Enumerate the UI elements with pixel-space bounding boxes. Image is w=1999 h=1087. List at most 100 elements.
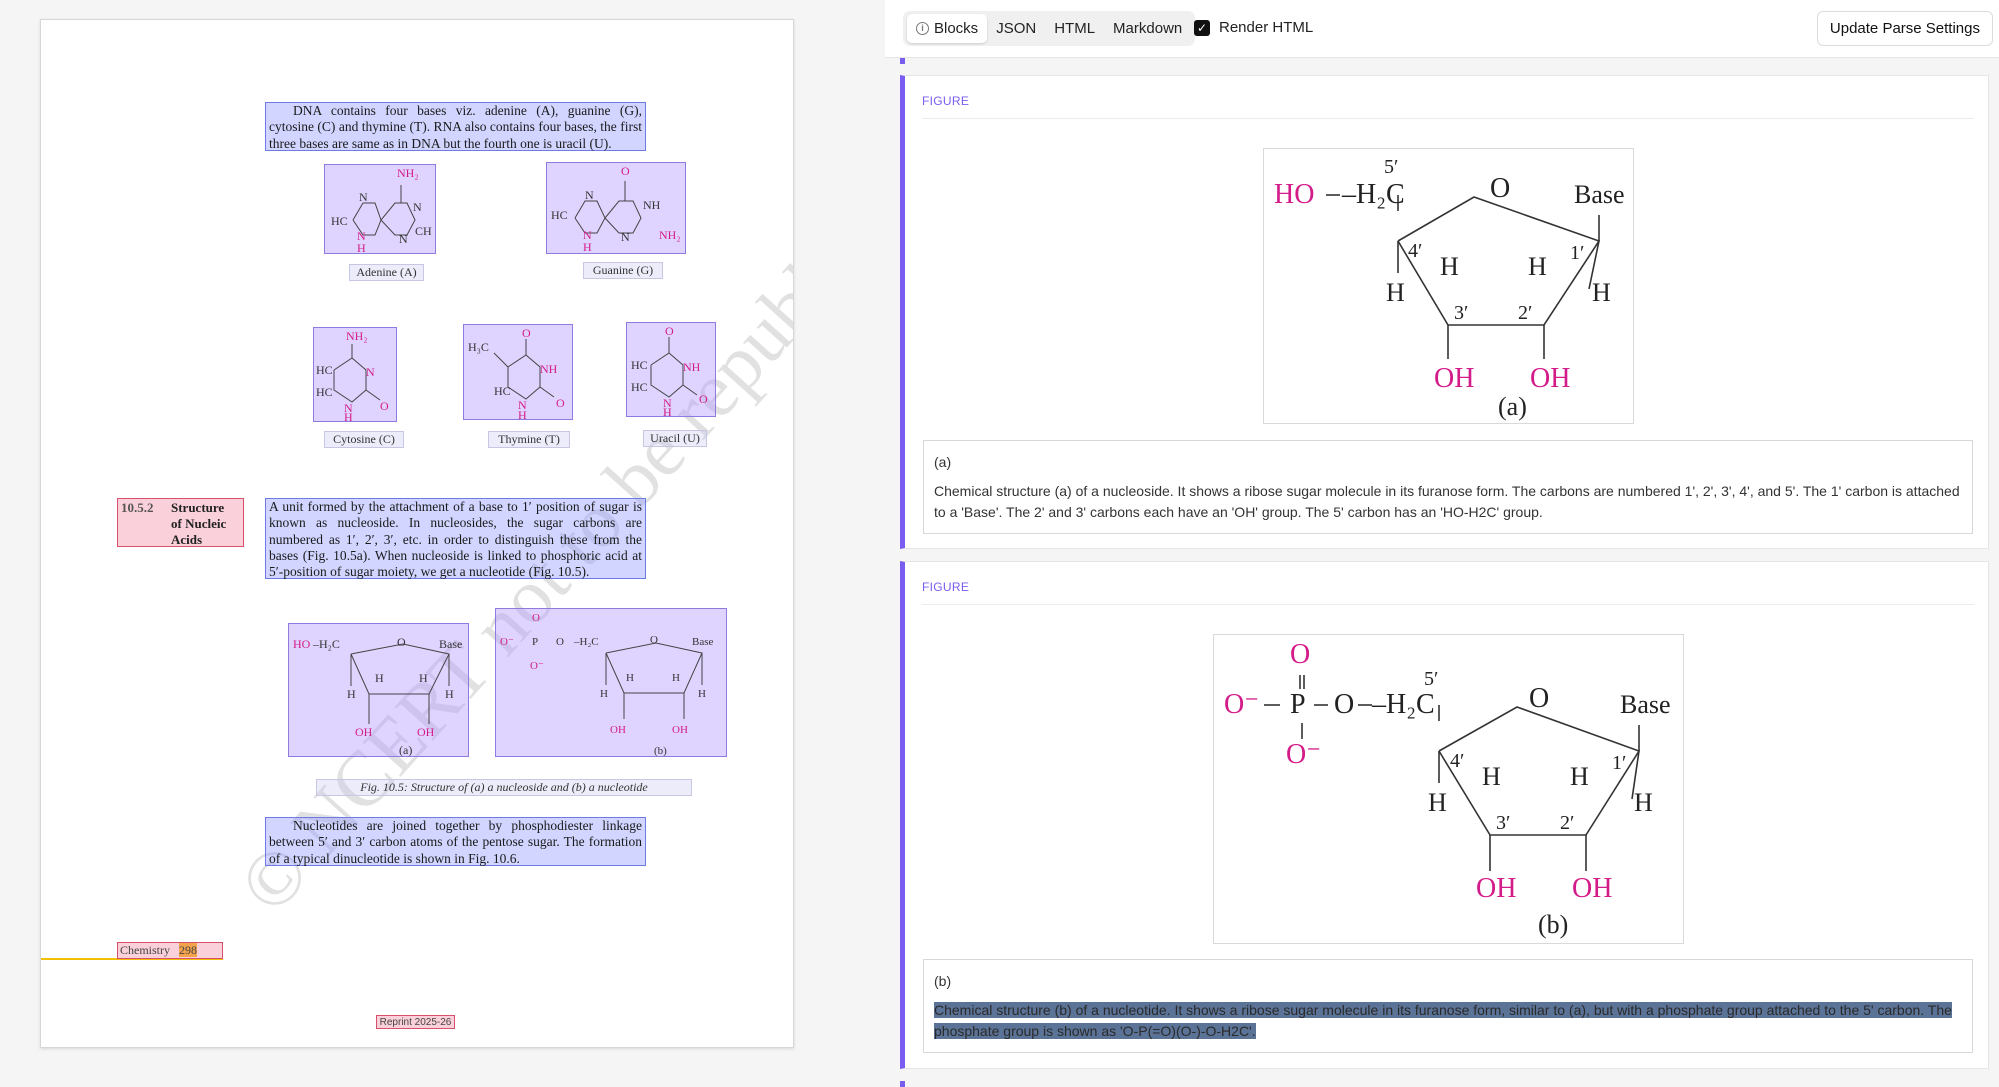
svg-text:(b): (b)	[654, 745, 667, 757]
tab-json[interactable]: JSON	[987, 14, 1045, 43]
svg-text:1′: 1′	[1612, 752, 1626, 774]
svg-text:NH: NH	[540, 362, 558, 376]
text-block-nucleotides[interactable]: Nucleotides are joined together by phosp…	[265, 817, 646, 866]
svg-text:O: O	[1529, 683, 1549, 714]
svg-text:NH: NH	[643, 198, 661, 212]
figure-block-thymine[interactable]: O H₃C NH HC N H O	[463, 324, 573, 422]
nucleoside-thumbnail: HO –H₂C O Base H H H H OH OH (a)	[293, 635, 462, 757]
svg-text:O⁻: O⁻	[530, 660, 544, 672]
figure-image-a: 5′ HO –H₂C O Base 4′ H H 1′ H H 3′ 2′ OH…	[1263, 148, 1634, 424]
svg-text:O: O	[556, 396, 565, 410]
svg-text:O: O	[556, 636, 564, 648]
render-html-label: Render HTML	[1219, 19, 1314, 36]
previous-card-edge	[900, 58, 905, 64]
svg-text:H: H	[1528, 252, 1547, 281]
svg-text:OH: OH	[417, 725, 435, 739]
svg-text:4′: 4′	[1450, 750, 1464, 772]
figure-block-cytosine[interactable]: NH₂ HC HC N N H O	[313, 327, 397, 424]
nucleoside-paragraph: A unit formed by the attachment of a bas…	[269, 499, 642, 580]
svg-text:5′: 5′	[1384, 156, 1398, 178]
section-number: 10.5.2	[121, 500, 154, 515]
caption-thymine: Thymine (T)	[488, 431, 570, 448]
figure-block-guanine[interactable]: O N HC N H NH NH₂ N	[546, 162, 686, 254]
tab-blocks[interactable]: i Blocks	[907, 14, 988, 43]
svg-text:O: O	[621, 164, 630, 178]
render-html-toggle[interactable]: ✓ Render HTML	[1194, 19, 1313, 36]
svg-text:HC: HC	[316, 385, 333, 399]
tab-markdown[interactable]: Markdown	[1104, 14, 1191, 43]
info-icon: i	[916, 22, 929, 35]
svg-text:HC: HC	[316, 363, 333, 377]
caption-adenine: Adenine (A)	[349, 264, 424, 281]
section-title-line2: of Nucleic	[171, 516, 227, 531]
svg-text:H: H	[672, 672, 680, 684]
next-card-edge	[900, 1081, 905, 1087]
svg-text:N: N	[413, 200, 422, 214]
caption-uracil: Uracil (U)	[643, 430, 707, 447]
update-parse-settings-button[interactable]: Update Parse Settings	[1816, 11, 1993, 46]
svg-text:N: N	[621, 230, 630, 244]
card-divider	[922, 118, 1974, 119]
svg-text:H: H	[1570, 762, 1589, 791]
footer-subject: Chemistry	[120, 943, 170, 957]
svg-text:H: H	[344, 410, 353, 423]
render-html-checkbox[interactable]: ✓	[1194, 19, 1210, 36]
reprint-block[interactable]: Reprint 2025-26	[376, 1015, 455, 1029]
caption-text-b-wrapper: Chemical structure (b) of a nucleotide. …	[934, 1000, 1962, 1042]
svg-text:H: H	[626, 672, 634, 684]
svg-text:H: H	[600, 688, 608, 700]
text-block-intro[interactable]: DNA contains four bases viz. adenine (A)…	[265, 102, 646, 151]
card-type-label: FIGURE	[922, 580, 970, 594]
svg-text:H: H	[518, 408, 527, 421]
svg-text:N: N	[366, 365, 375, 379]
document-pane: © NCERT not to be republished DNA contai…	[0, 0, 885, 1087]
svg-text:Base: Base	[1620, 690, 1671, 719]
svg-text:Base: Base	[439, 637, 462, 651]
svg-text:N: N	[399, 232, 408, 246]
uracil-structure: O HC HC NH N H O	[631, 324, 708, 419]
tab-html[interactable]: HTML	[1045, 14, 1104, 43]
svg-text:O: O	[1290, 639, 1310, 670]
svg-text:5′: 5′	[1424, 668, 1438, 690]
svg-text:(a): (a)	[399, 743, 412, 757]
figure-caption-box-a: (a) Chemical structure (a) of a nucleosi…	[923, 440, 1973, 534]
adenine-structure: NH₂ N HC N H N CH N	[331, 166, 432, 255]
svg-text:O: O	[699, 392, 708, 406]
svg-text:HO: HO	[1274, 179, 1314, 210]
document-page: © NCERT not to be republished DNA contai…	[40, 19, 794, 1048]
svg-text:NH: NH	[683, 360, 701, 374]
footer-page-number: 298	[179, 943, 197, 957]
figure-block-nucleotide[interactable]: O O⁻ P O –H₂C O⁻ O Base H H H H OH OH (b…	[495, 608, 727, 757]
figure-card-b[interactable]: FIGURE O O⁻ P O –H₂C 5′ O⁻ O Base 4′ H H…	[900, 561, 1989, 1069]
svg-text:H: H	[347, 687, 356, 701]
caption-title-b: (b)	[934, 973, 952, 989]
svg-text:H: H	[583, 240, 592, 254]
svg-text:OH: OH	[1530, 363, 1570, 394]
svg-text:OH: OH	[1476, 873, 1516, 904]
svg-text:HC: HC	[551, 208, 568, 222]
section-title-line3: Acids	[171, 532, 203, 547]
footer-page-block[interactable]: Chemistry 298	[117, 942, 223, 959]
figure-block-uracil[interactable]: O HC HC NH N H O	[626, 322, 716, 419]
nucleotide-thumbnail: O O⁻ P O –H₂C O⁻ O Base H H H H OH OH (b…	[500, 612, 714, 757]
figure-block-adenine[interactable]: NH₂ N HC N H N CH N	[324, 164, 436, 255]
svg-text:P: P	[532, 636, 538, 648]
section-heading-block[interactable]: 10.5.2 Structure of Nucleic Acids	[117, 498, 244, 547]
svg-text:H: H	[663, 405, 672, 418]
svg-text:H: H	[698, 688, 706, 700]
caption-text-a: Chemical structure (a) of a nucleoside. …	[934, 483, 1960, 520]
svg-text:NH₂: NH₂	[659, 228, 681, 242]
svg-text:H: H	[1634, 788, 1653, 817]
svg-text:O⁻: O⁻	[1286, 739, 1321, 770]
svg-text:OH: OH	[672, 724, 688, 736]
svg-text:H: H	[357, 241, 366, 255]
svg-text:H: H	[1482, 762, 1501, 791]
text-block-nucleoside[interactable]: A unit formed by the attachment of a bas…	[265, 498, 646, 579]
svg-text:2′: 2′	[1560, 812, 1574, 834]
svg-text:(b): (b)	[1538, 910, 1568, 939]
svg-text:H: H	[1440, 252, 1459, 281]
figure-block-nucleoside[interactable]: HO –H₂C O Base H H H H OH OH (a)	[288, 623, 469, 757]
svg-text:OH: OH	[1434, 363, 1474, 394]
figure-card-a[interactable]: FIGURE 5′ HO –H₂C O Base 4′ H H 1′ H H 3…	[900, 75, 1989, 549]
figure-caption: Fig. 10.5: Structure of (a) a nucleoside…	[316, 779, 692, 796]
